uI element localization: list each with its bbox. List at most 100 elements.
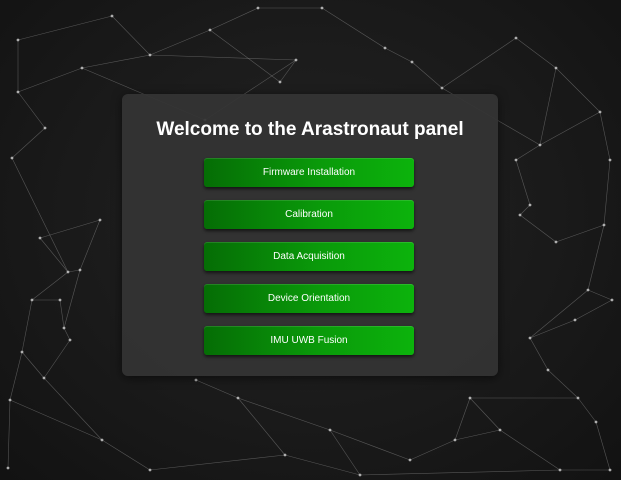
network-node (20, 350, 24, 354)
network-line (515, 37, 557, 69)
network-node (594, 420, 598, 424)
network-line (149, 29, 211, 56)
network-line (9, 351, 23, 401)
network-node (80, 66, 84, 70)
network-line (519, 204, 531, 216)
network-line (529, 319, 576, 339)
network-node (598, 110, 602, 114)
network-node (602, 223, 606, 227)
network-node (236, 396, 240, 400)
network-line (209, 29, 281, 83)
firmware-installation-button[interactable]: Firmware Installation (204, 158, 414, 187)
network-node (538, 143, 542, 147)
network-node (110, 14, 114, 18)
network-line (321, 7, 386, 49)
imu-uwb-fusion-button[interactable]: IMU UWB Fusion (204, 326, 414, 355)
network-node (410, 60, 414, 64)
network-line (39, 219, 101, 239)
network-node (208, 28, 212, 32)
network-line (499, 429, 561, 471)
network-line (11, 157, 69, 273)
network-line (555, 224, 605, 243)
network-line (529, 289, 589, 339)
network-line (79, 219, 101, 271)
network-node (518, 213, 522, 217)
network-node (194, 378, 198, 382)
network-line (63, 269, 81, 329)
network-line (43, 377, 103, 441)
network-node (528, 203, 532, 207)
data-acquisition-button[interactable]: Data Acquisition (204, 242, 414, 271)
network-node (453, 438, 457, 442)
network-line (237, 397, 286, 456)
network-node (498, 428, 502, 432)
network-node (320, 6, 324, 10)
network-line (17, 67, 83, 93)
network-line (17, 15, 113, 41)
network-line (599, 111, 611, 161)
network-node (66, 270, 70, 274)
network-line (67, 269, 81, 273)
network-node (10, 156, 14, 160)
imu-uwb-fusion-label: IMU UWB Fusion (270, 335, 348, 346)
network-node (6, 466, 10, 470)
network-node (62, 326, 66, 330)
network-line (101, 439, 151, 471)
network-line (603, 159, 611, 226)
network-node (148, 468, 152, 472)
network-node (573, 318, 577, 322)
network-node (608, 468, 612, 472)
network-node (608, 158, 612, 162)
network-line (359, 469, 561, 476)
network-line (237, 397, 331, 431)
firmware-installation-label: Firmware Installation (262, 167, 356, 178)
network-line (9, 399, 103, 441)
background-canvas: Welcome to the Arastronaut panel Firmwar… (0, 0, 621, 480)
network-node (16, 38, 20, 42)
data-acquisition-label: Data Acquisition (273, 251, 345, 262)
network-line (7, 399, 11, 469)
network-line (547, 369, 579, 399)
device-orientation-button[interactable]: Device Orientation (204, 284, 414, 313)
network-line (149, 54, 297, 61)
network-line (31, 271, 69, 301)
network-line (409, 439, 456, 461)
network-line (555, 67, 601, 113)
network-node (16, 90, 20, 94)
network-line (209, 7, 259, 31)
network-line (529, 337, 549, 371)
network-node (100, 438, 104, 442)
network-line (574, 299, 613, 321)
network-line (21, 299, 33, 353)
network-line (63, 327, 71, 341)
network-line (43, 339, 71, 379)
network-node (554, 66, 558, 70)
network-node (328, 428, 332, 432)
network-node (554, 240, 558, 244)
network-line (279, 59, 297, 83)
network-node (468, 396, 472, 400)
network-node (358, 473, 362, 477)
network-line (81, 54, 151, 69)
network-node (514, 158, 518, 162)
network-line (595, 421, 611, 471)
network-node (68, 338, 72, 342)
network-node (278, 80, 282, 84)
network-line (454, 397, 471, 441)
calibration-label: Calibration (285, 209, 333, 220)
network-node (576, 396, 580, 400)
network-line (149, 454, 286, 471)
network-node (558, 468, 562, 472)
device-orientation-label: Device Orientation (267, 293, 351, 304)
network-node (294, 58, 298, 62)
network-line (577, 397, 597, 423)
network-line (21, 351, 45, 379)
network-node (408, 458, 412, 462)
network-line (59, 299, 65, 329)
network-line (587, 289, 613, 301)
network-line (384, 47, 413, 63)
network-node (8, 398, 12, 402)
calibration-button[interactable]: Calibration (204, 200, 414, 229)
network-line (587, 224, 605, 291)
network-line (539, 67, 557, 146)
